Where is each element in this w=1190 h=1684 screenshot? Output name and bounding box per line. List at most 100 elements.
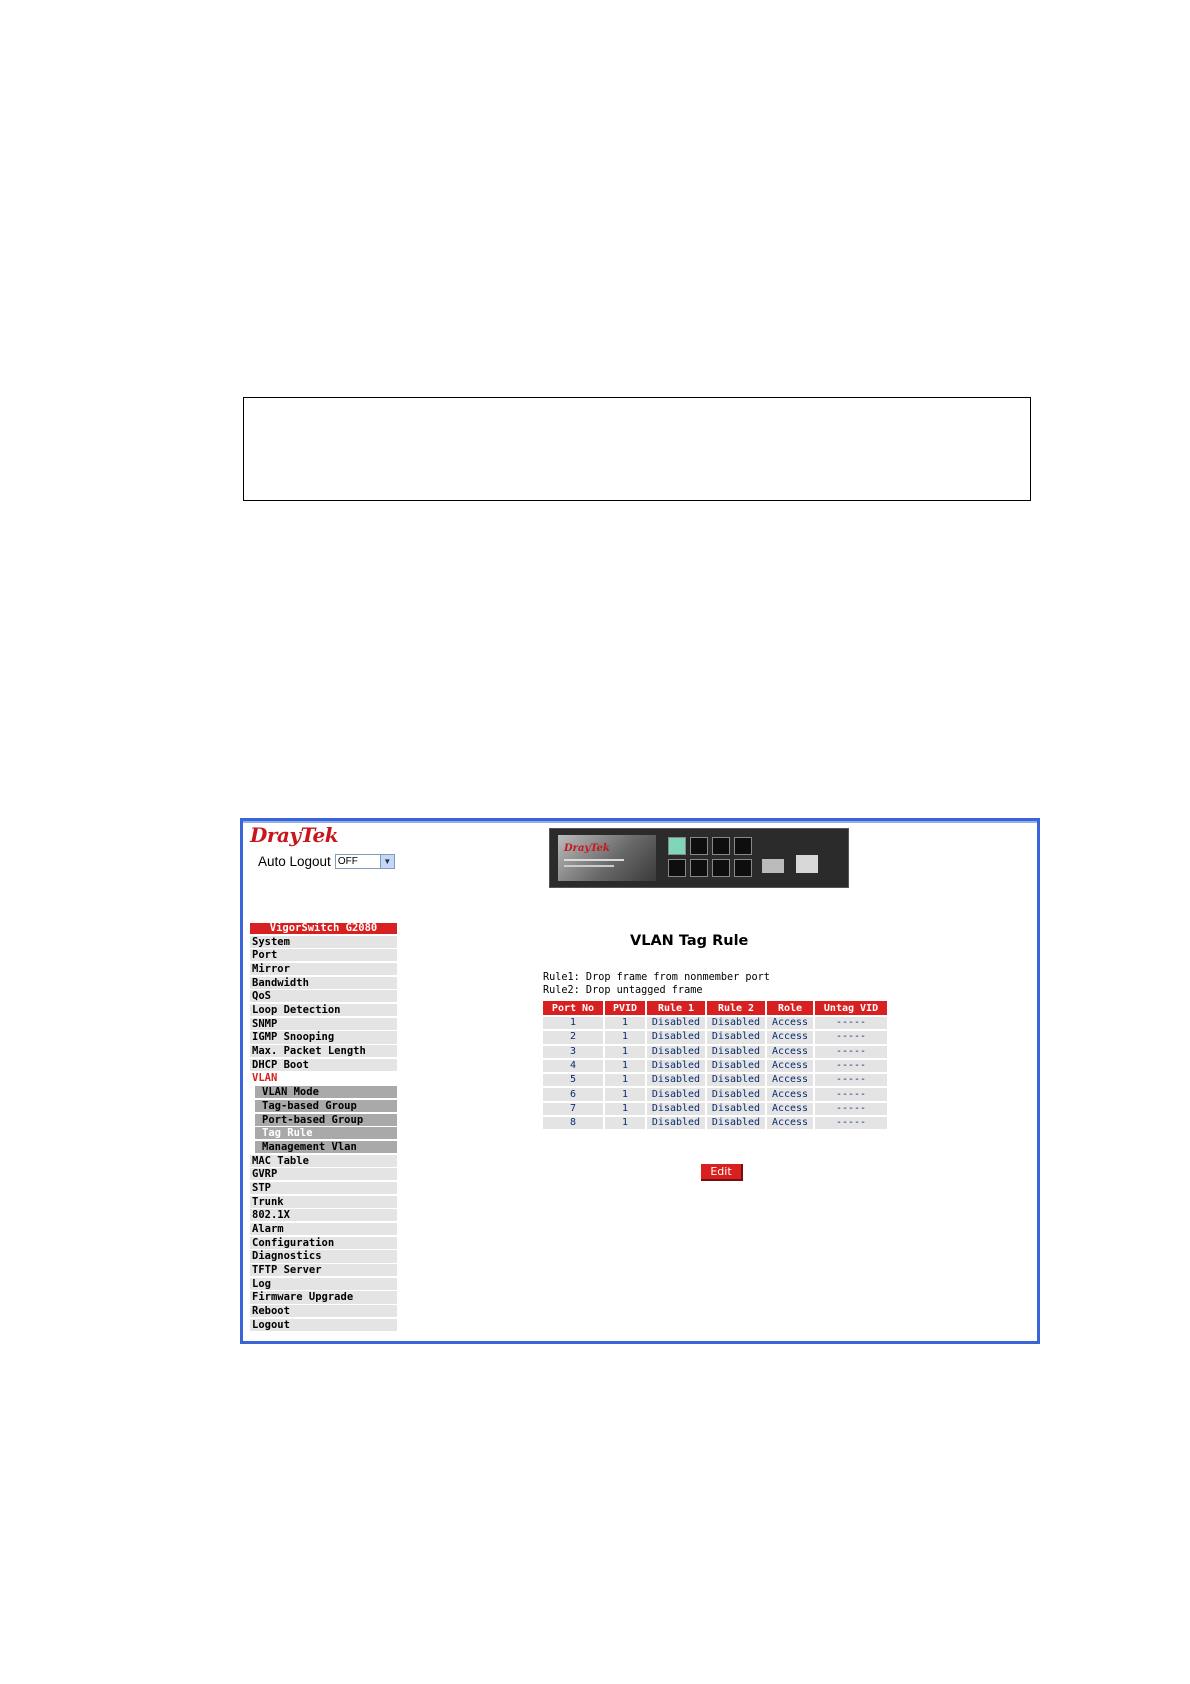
sidebar-item-qos[interactable]: QoS [250,990,397,1003]
column-header-rule1: Rule 1 [647,1001,705,1015]
sidebar-item-mirror[interactable]: Mirror [250,962,397,976]
device-sfp-slot [796,855,818,873]
sidebar-item-gvrp[interactable]: GVRP [250,1168,397,1181]
table-row: 8 1 Disabled Disabled Access ----- [543,1117,887,1130]
sidebar-item-snmp[interactable]: SNMP [250,1017,397,1030]
cell-pvid: 1 [605,1031,645,1044]
auto-logout-control: Auto Logout OFF ▼ [258,854,395,869]
sidebar-item-max-packet-length[interactable]: Max. Packet Length [250,1045,397,1058]
rule2-description: Rule2: Drop untagged frame [543,985,703,996]
cell-pvid: 1 [605,1045,645,1058]
cell-untag-vid: ----- [815,1074,887,1087]
cell-role: Access [767,1088,813,1101]
sidebar-item-log[interactable]: Log [250,1277,397,1290]
cell-rule1: Disabled [647,1031,705,1044]
cell-role: Access [767,1117,813,1130]
edit-button[interactable]: Edit [701,1164,743,1181]
sidebar-subitem-vlan-mode[interactable]: VLAN Mode [255,1086,397,1099]
cell-rule2: Disabled [707,1045,765,1058]
cell-rule1: Disabled [647,1117,705,1130]
cell-role: Access [767,1059,813,1073]
browser-screenshot-frame: DrayTek Auto Logout OFF ▼ DrayTek VigorS… [240,818,1040,1344]
rule1-description: Rule1: Drop frame from nonmember port [543,972,770,983]
column-header-rule2: Rule 2 [707,1001,765,1015]
table-row: 2 1 Disabled Disabled Access ----- [543,1031,887,1044]
page-title: VLAN Tag Rule [630,933,749,949]
vlan-tag-rule-table: Port No PVID Rule 1 Rule 2 Role Untag VI… [541,999,889,1131]
device-sfp-slot [762,859,784,873]
table-row: 4 1 Disabled Disabled Access ----- [543,1059,887,1073]
sidebar-item-loop-detection[interactable]: Loop Detection [250,1004,397,1017]
sidebar-item-tftp-server[interactable]: TFTP Server [250,1264,397,1277]
device-port [712,837,730,855]
cell-untag-vid: ----- [815,1102,887,1116]
rule-descriptions: Rule1: Drop frame from nonmember port Ru… [543,971,770,997]
sidebar-subitem-port-based-group[interactable]: Port-based Group [255,1113,397,1126]
sidebar-item-logout[interactable]: Logout [250,1318,397,1331]
cell-untag-vid: ----- [815,1045,887,1058]
cell-port-no: 2 [543,1031,603,1044]
cell-rule2: Disabled [707,1102,765,1116]
sidebar-item-port[interactable]: Port [250,949,397,962]
cell-port-no: 4 [543,1059,603,1073]
sidebar-subitem-tag-rule[interactable]: Tag Rule [255,1127,397,1140]
cell-untag-vid: ----- [815,1031,887,1044]
column-header-pvid: PVID [605,1001,645,1015]
sidebar-item-trunk[interactable]: Trunk [250,1195,397,1208]
sidebar-item-diagnostics[interactable]: Diagnostics [250,1250,397,1263]
cell-port-no: 6 [543,1088,603,1101]
cell-rule1: Disabled [647,1088,705,1101]
cell-role: Access [767,1031,813,1044]
device-port [734,837,752,855]
device-port [668,837,686,855]
device-port [690,859,708,877]
sidebar-subitem-tag-based-group[interactable]: Tag-based Group [255,1099,397,1112]
cell-pvid: 1 [605,1102,645,1116]
sidebar-item-stp[interactable]: STP [250,1181,397,1195]
cell-role: Access [767,1102,813,1116]
column-header-role: Role [767,1001,813,1015]
cell-pvid: 1 [605,1059,645,1073]
auto-logout-value: OFF [337,856,358,867]
sidebar-item-mac-table[interactable]: MAC Table [250,1154,397,1167]
sidebar-item-igmp-snooping[interactable]: IGMP Snooping [250,1031,397,1044]
cell-rule2: Disabled [707,1088,765,1101]
cell-pvid: 1 [605,1088,645,1101]
device-port-grid [668,837,752,877]
sidebar-item-vlan[interactable]: VLAN [250,1072,397,1085]
sidebar-item-firmware-upgrade[interactable]: Firmware Upgrade [250,1291,397,1304]
cell-rule1: Disabled [647,1017,705,1030]
device-port [712,859,730,877]
cell-untag-vid: ----- [815,1117,887,1130]
sidebar-item-802-1x[interactable]: 802.1X [250,1209,397,1222]
cell-untag-vid: ----- [815,1059,887,1073]
cell-rule1: Disabled [647,1074,705,1087]
cell-port-no: 3 [543,1045,603,1058]
cell-rule2: Disabled [707,1031,765,1044]
cell-port-no: 5 [543,1074,603,1087]
cell-port-no: 7 [543,1102,603,1116]
device-port [690,837,708,855]
sidebar-subitem-management-vlan[interactable]: Management Vlan [255,1140,397,1153]
device-port [734,859,752,877]
sidebar-item-system[interactable]: System [250,935,397,948]
sidebar-item-dhcp-boot[interactable]: DHCP Boot [250,1058,397,1071]
table-row: 7 1 Disabled Disabled Access ----- [543,1102,887,1116]
device-logo: DrayTek [564,843,610,854]
sidebar-item-configuration[interactable]: Configuration [250,1236,397,1249]
cell-rule2: Disabled [707,1074,765,1087]
sidebar-item-reboot[interactable]: Reboot [250,1305,397,1318]
sidebar-item-alarm[interactable]: Alarm [250,1223,397,1236]
column-header-untag-vid: Untag VID [815,1001,887,1015]
chevron-down-icon[interactable]: ▼ [379,855,394,868]
cell-rule2: Disabled [707,1017,765,1030]
cell-rule1: Disabled [647,1045,705,1058]
device-label-line [564,865,614,867]
cell-role: Access [767,1074,813,1087]
auto-logout-select[interactable]: OFF ▼ [334,854,395,869]
device-port [668,859,686,877]
cell-pvid: 1 [605,1017,645,1030]
sidebar-title: VigorSwitch G2080 [250,923,397,934]
sidebar-item-bandwidth[interactable]: Bandwidth [250,976,397,989]
switch-device-image: DrayTek [549,828,849,888]
